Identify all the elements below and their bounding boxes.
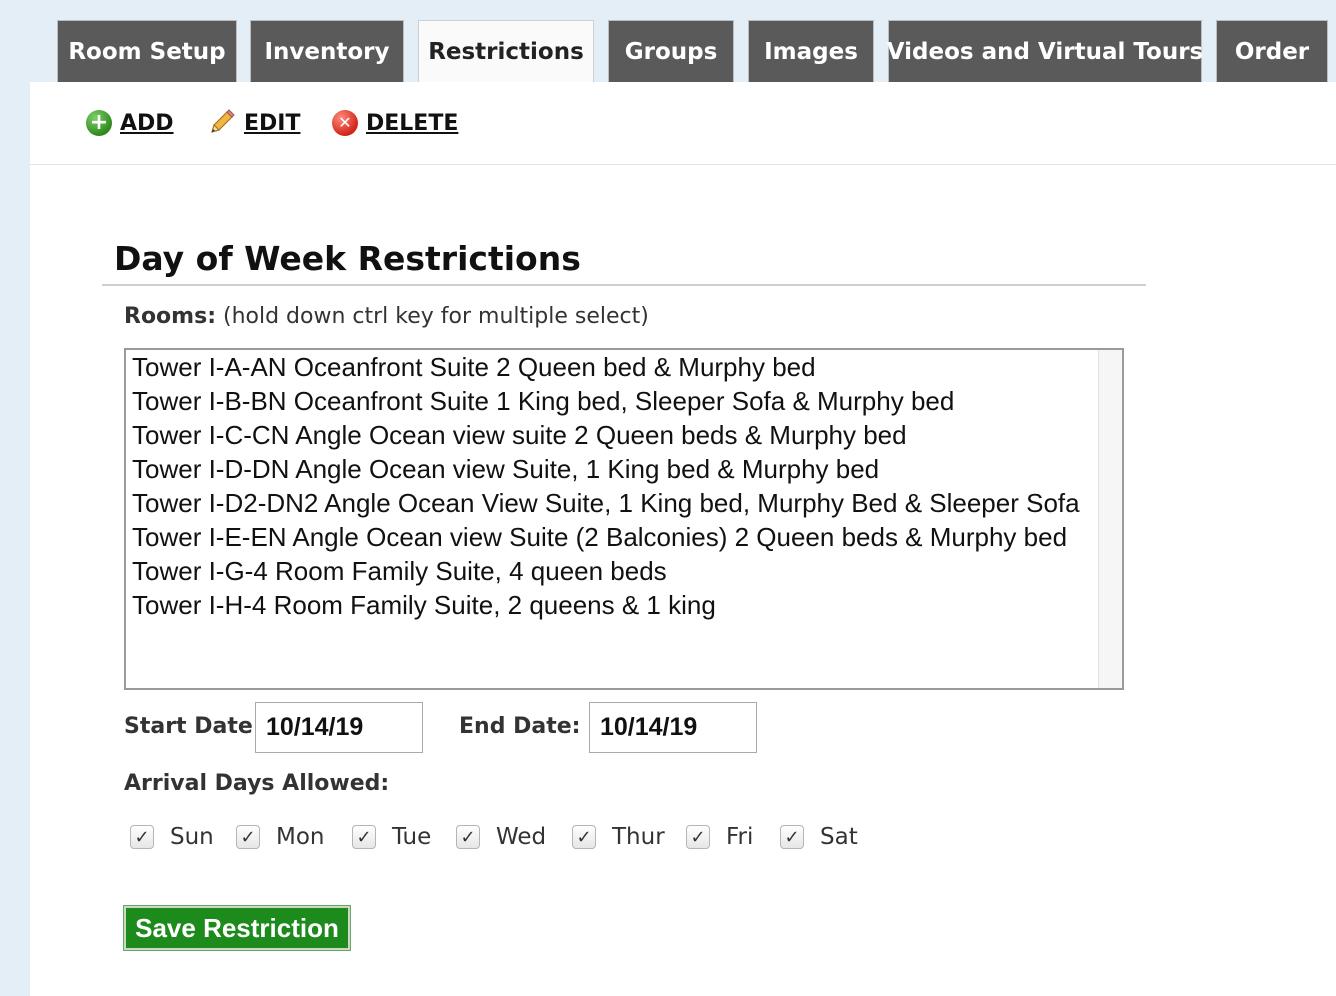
x-circle-icon: ✕ [332, 110, 358, 136]
delete-label: DELETE [366, 110, 459, 136]
room-option[interactable]: Tower I-A-AN Oceanfront Suite 2 Queen be… [132, 350, 1096, 384]
rooms-options: Tower I-A-AN Oceanfront Suite 2 Queen be… [132, 350, 1096, 622]
end-date-label: End Date: [459, 714, 581, 739]
rooms-scrollbar[interactable] [1098, 350, 1122, 688]
arrival-days-label: Arrival Days Allowed: [124, 771, 390, 796]
rooms-label: Rooms: (hold down ctrl key for multiple … [124, 304, 649, 329]
add-button[interactable]: + ADD [86, 106, 174, 140]
day-sat: ✓ Sat [780, 820, 858, 854]
checkbox-sun[interactable]: ✓ [130, 825, 154, 849]
tab-restrictions[interactable]: Restrictions [418, 20, 594, 82]
page-title: Day of Week Restrictions [114, 239, 581, 278]
day-wed: ✓ Wed [456, 820, 546, 854]
room-option[interactable]: Tower I-H-4 Room Family Suite, 2 queens … [132, 588, 1096, 622]
day-label: Thur [612, 824, 665, 850]
tab-inventory[interactable]: Inventory [250, 20, 404, 82]
checkbox-wed[interactable]: ✓ [456, 825, 480, 849]
day-label: Sat [820, 824, 858, 850]
room-option[interactable]: Tower I-D2-DN2 Angle Ocean View Suite, 1… [132, 486, 1096, 520]
tab-images[interactable]: Images [748, 20, 874, 82]
room-option[interactable]: Tower I-D-DN Angle Ocean view Suite, 1 K… [132, 452, 1096, 486]
edit-button[interactable]: EDIT [206, 106, 300, 140]
room-option[interactable]: Tower I-B-BN Oceanfront Suite 1 King bed… [132, 384, 1096, 418]
rooms-multiselect[interactable]: Tower I-A-AN Oceanfront Suite 2 Queen be… [124, 348, 1124, 690]
day-mon: ✓ Mon [236, 820, 325, 854]
day-tue: ✓ Tue [352, 820, 431, 854]
day-fri: ✓ Fri [686, 820, 753, 854]
checkbox-tue[interactable]: ✓ [352, 825, 376, 849]
save-restriction-button[interactable]: Save Restriction [123, 905, 351, 951]
add-label: ADD [120, 110, 174, 136]
start-date-input[interactable] [255, 702, 423, 753]
rooms-hint: (hold down ctrl key for multiple select) [223, 304, 649, 329]
day-sun: ✓ Sun [130, 820, 214, 854]
tab-groups[interactable]: Groups [608, 20, 734, 82]
delete-button[interactable]: ✕ DELETE [332, 106, 458, 140]
day-label: Fri [726, 824, 754, 850]
pencil-icon [211, 109, 235, 133]
day-label: Tue [392, 824, 432, 850]
checkbox-mon[interactable]: ✓ [236, 825, 260, 849]
tab-videos-and-virtual-tours[interactable]: Videos and Virtual Tours [887, 20, 1203, 82]
tab-order[interactable]: Order [1216, 20, 1328, 82]
day-thur: ✓ Thur [572, 820, 665, 854]
rooms-label-strong: Rooms: [124, 304, 216, 329]
checkbox-sat[interactable]: ✓ [780, 825, 804, 849]
end-date-input[interactable] [589, 702, 757, 753]
action-toolbar: + ADD EDIT ✕ DELETE [30, 82, 1336, 165]
room-option[interactable]: Tower I-G-4 Room Family Suite, 4 queen b… [132, 554, 1096, 588]
start-date-label: Start Date: [124, 714, 262, 739]
restrictions-panel: + ADD EDIT ✕ DELETE Day of Week Restrict… [30, 82, 1336, 996]
plus-circle-icon: + [86, 110, 112, 136]
tab-room-setup[interactable]: Room Setup [57, 20, 237, 82]
checkbox-thur[interactable]: ✓ [572, 825, 596, 849]
day-label: Mon [276, 824, 325, 850]
title-divider [102, 284, 1146, 286]
checkbox-fri[interactable]: ✓ [686, 825, 710, 849]
edit-label: EDIT [244, 110, 301, 136]
day-label: Wed [496, 824, 547, 850]
room-option[interactable]: Tower I-C-CN Angle Ocean view suite 2 Qu… [132, 418, 1096, 452]
room-option[interactable]: Tower I-E-EN Angle Ocean view Suite (2 B… [132, 520, 1096, 554]
tab-bar: Room Setup Inventory Restrictions Groups… [0, 0, 1336, 82]
day-label: Sun [170, 824, 214, 850]
